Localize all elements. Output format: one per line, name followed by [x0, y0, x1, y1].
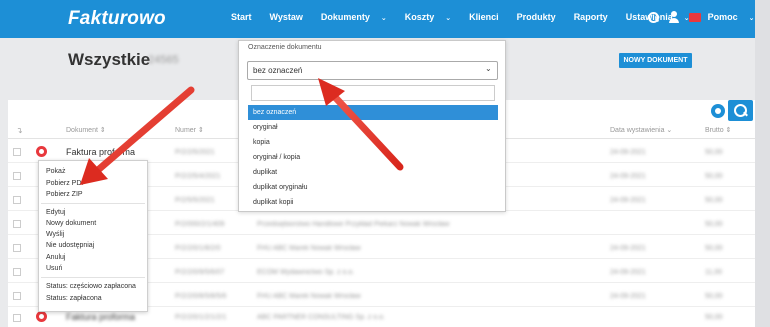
brand-logo[interactable]: Fakturowo: [68, 8, 166, 30]
chevron-down-icon: ⌄: [380, 15, 387, 22]
chevron-down-icon: ⌄: [445, 15, 452, 22]
nav-item-koszty[interactable]: Koszty ⌄: [405, 12, 460, 22]
nav-item-klienci[interactable]: Klienci: [469, 12, 508, 22]
row-checkbox[interactable]: [13, 244, 21, 252]
row-document-type[interactable]: Faktura proforma: [66, 147, 135, 157]
nav-item-produkty[interactable]: Produkty: [517, 12, 565, 22]
top-navbar: Fakturowo Start Wystaw Dokumenty ⌄ Koszty…: [0, 0, 770, 38]
top-icons: [647, 11, 701, 23]
column-header-number[interactable]: Numer ⇕: [175, 126, 204, 134]
row-client: ABC PARTNER CONSULTING Sp. z o.o.: [257, 314, 385, 321]
column-header-gross[interactable]: Brutto ⇕: [705, 126, 732, 134]
row-number[interactable]: P/2/2/0/9/5/6/07: [175, 269, 224, 276]
column-header-date[interactable]: Data wystawienia ⌄: [610, 126, 672, 134]
row-number[interactable]: P/2/5/5/2021: [175, 197, 215, 204]
menu-item-status-paid[interactable]: Status: zapłacona: [46, 295, 102, 302]
row-actions-gear-icon[interactable]: [36, 146, 47, 157]
menu-item-status-partially-paid[interactable]: Status: częściowo zapłacona: [46, 283, 136, 290]
row-number[interactable]: P/2/000/2/1/409: [175, 221, 224, 228]
row-number[interactable]: P/2/2/0/1/2/1/2/1: [175, 314, 226, 321]
row-checkbox[interactable]: [13, 220, 21, 228]
row-document-type[interactable]: Faktura proforma: [66, 312, 135, 322]
menu-divider: [41, 277, 145, 278]
user-icon[interactable]: [668, 11, 680, 23]
row-client: ECOM Wydawnictwo Sp. z o.o.: [257, 269, 355, 276]
row-gross: 50,00: [705, 173, 723, 180]
row-gross: 50,00: [705, 197, 723, 204]
menu-item-download-zip[interactable]: Pobierz ZIP: [46, 191, 83, 198]
option-duplicate-original[interactable]: duplikat oryginału: [248, 180, 498, 195]
filter-label: Oznaczenie dokumentu: [248, 44, 322, 51]
row-gross: 50,00: [705, 293, 723, 300]
document-marking-selected-value[interactable]: bez oznaczeń: [253, 66, 302, 75]
row-gross: 50,00: [705, 149, 723, 156]
menu-item-delete[interactable]: Usuń: [46, 265, 62, 272]
row-checkbox[interactable]: [13, 148, 21, 156]
document-count: 24565: [148, 54, 179, 66]
row-checkbox[interactable]: [13, 172, 21, 180]
option-original-copy[interactable]: oryginał / kopia: [248, 150, 498, 165]
option-copy[interactable]: kopia: [248, 135, 498, 150]
row-gross: 50,00: [705, 314, 723, 321]
row-client: FHU ABC Marek Nowak Wrocław: [257, 293, 361, 300]
dropdown-search-input[interactable]: [251, 85, 495, 101]
option-original[interactable]: oryginał: [248, 120, 498, 135]
row-gross: 11,00: [705, 269, 722, 276]
menu-item-show[interactable]: Pokaż: [46, 168, 65, 175]
option-no-marking[interactable]: bez oznaczeń: [248, 105, 498, 120]
option-duplicate-copy[interactable]: duplikat kopii: [248, 195, 498, 210]
row-client: Przedsiębiorstwo Handlowe Przykład Pieka…: [257, 221, 450, 228]
menu-item-send[interactable]: Wyślij: [46, 231, 64, 238]
table-search-button[interactable]: [728, 100, 753, 121]
sort-toggle-icon[interactable]: ↴: [16, 126, 23, 135]
chevron-down-icon: ⌄: [748, 15, 755, 22]
row-checkbox[interactable]: [13, 196, 21, 204]
row-date: 24-09-2021: [610, 245, 646, 252]
row-number[interactable]: P/2/2/5/4/2021: [175, 173, 221, 180]
row-date: 24-09-2021: [610, 173, 646, 180]
row-checkbox[interactable]: [13, 292, 21, 300]
row-client: FHU ABC Marek Nowak Wrocław: [257, 245, 361, 252]
option-duplicate[interactable]: duplikat: [248, 165, 498, 180]
nav-item-dokumenty[interactable]: Dokumenty ⌄: [321, 12, 396, 22]
row-checkbox[interactable]: [13, 268, 21, 276]
menu-item-download-pdf[interactable]: Pobierz PDF: [46, 180, 86, 187]
row-date: 24-09-2021: [610, 269, 646, 276]
menu-item-unshare[interactable]: Nie udostępniaj: [46, 242, 94, 249]
new-document-button[interactable]: NOWY DOKUMENT: [619, 53, 692, 68]
row-number[interactable]: P/2/2/5/2021: [175, 149, 215, 156]
search-icon[interactable]: [647, 11, 659, 23]
nav-item-wystaw[interactable]: Wystaw: [270, 12, 312, 22]
menu-divider: [41, 203, 145, 204]
app-root: Fakturowo Start Wystaw Dokumenty ⌄ Koszty…: [0, 0, 770, 327]
menu-item-cancel[interactable]: Anuluj: [46, 254, 65, 261]
nav-item-raporty[interactable]: Raporty: [574, 12, 617, 22]
row-gross: 50,00: [705, 245, 723, 252]
row-actions-gear-icon[interactable]: [36, 311, 47, 322]
menu-item-edit[interactable]: Edytuj: [46, 209, 65, 216]
row-number[interactable]: P/2/2/0/1/8/2/0: [175, 245, 221, 252]
column-header-document[interactable]: Dokument ⇕: [66, 126, 106, 134]
row-date: 24-09-2021: [610, 197, 646, 204]
row-date: 24-09-2021: [610, 293, 646, 300]
row-checkbox[interactable]: [13, 314, 21, 322]
nav-item-start[interactable]: Start: [231, 12, 261, 22]
row-gross: 50,00: [705, 221, 723, 228]
chevron-down-icon[interactable]: ⌄: [485, 64, 492, 73]
mail-icon[interactable]: [689, 13, 701, 22]
row-number[interactable]: P/2/2/0/8/5/8/5/6: [175, 293, 226, 300]
menu-item-new-document[interactable]: Nowy dokument: [46, 220, 96, 227]
table-settings-gear-icon[interactable]: [711, 104, 725, 118]
row-date: 24-09-2021: [610, 149, 646, 156]
page-title: Wszystkie: [68, 50, 151, 69]
page-scrollbar[interactable]: [755, 0, 770, 327]
